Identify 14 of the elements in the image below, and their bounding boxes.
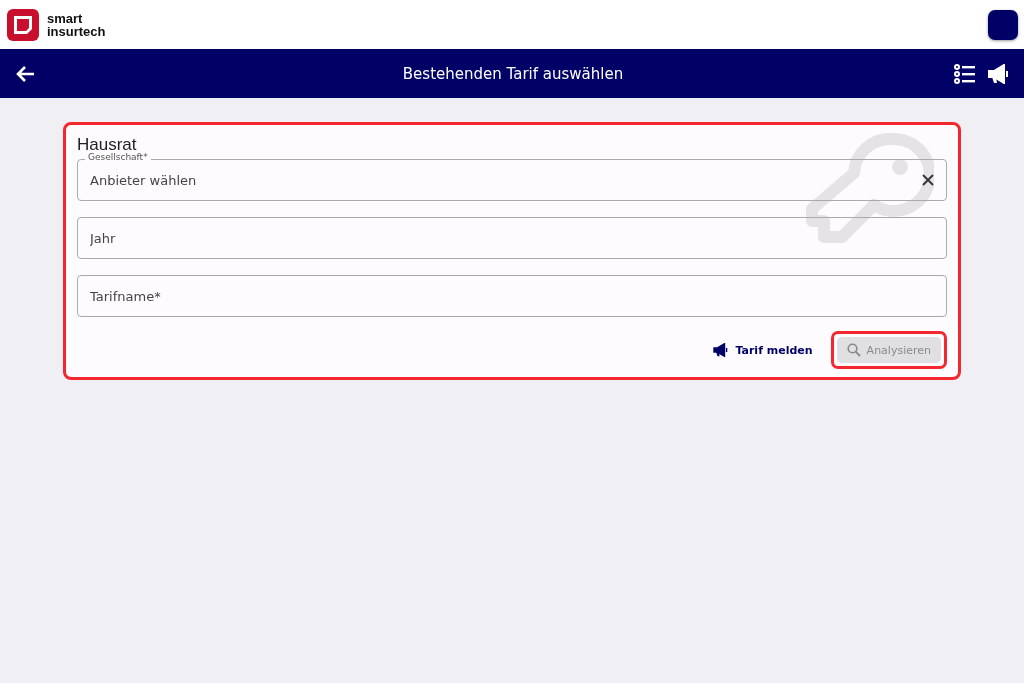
profile-button[interactable]: [988, 9, 1018, 40]
report-tariff-link[interactable]: Tarif melden: [707, 342, 819, 358]
logo-icon: [5, 6, 41, 43]
search-icon: [846, 343, 861, 357]
list-icon[interactable]: [952, 61, 978, 86]
input-field[interactable]: Tarifname*: [77, 275, 947, 317]
field-label: Gesellschaft*: [85, 152, 151, 162]
megaphone-icon: [713, 343, 730, 357]
input-field[interactable]: Anbieter wählen: [77, 159, 947, 201]
input-field[interactable]: Jahr: [77, 217, 947, 259]
page-title: Bestehenden Tarif auswählen: [401, 64, 625, 83]
close-icon[interactable]: [922, 174, 934, 186]
logo-text: smart insurtech: [47, 11, 107, 38]
card-title: Hausrat: [77, 135, 137, 154]
